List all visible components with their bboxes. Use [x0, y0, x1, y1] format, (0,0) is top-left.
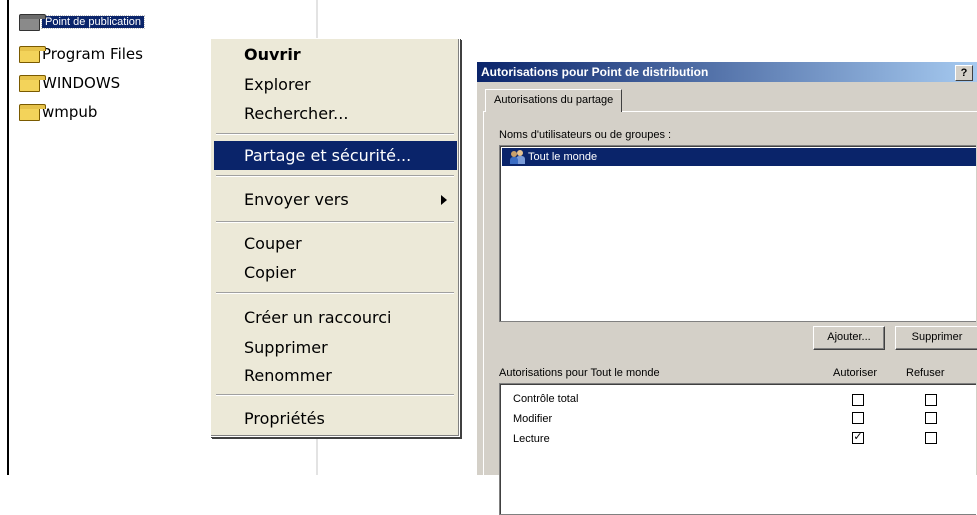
help-button[interactable]: ? — [955, 65, 973, 81]
dialog-title-bar[interactable]: Autorisations pour Point de distribution… — [477, 62, 977, 82]
list-item-user[interactable]: Tout le monde — [502, 148, 976, 166]
menu-item-rename[interactable]: Renommer — [214, 361, 457, 390]
tree-item-windows[interactable]: WINDOWS — [18, 72, 120, 94]
menu-item-label: Rechercher... — [244, 104, 349, 123]
allow-checkbox[interactable] — [852, 394, 864, 406]
menu-item-sharing-security[interactable]: Partage et sécurité... — [214, 141, 457, 170]
menu-separator — [216, 133, 454, 135]
users-listbox[interactable]: Tout le monde — [499, 145, 976, 322]
user-name: Tout le monde — [528, 151, 598, 163]
menu-separator — [216, 394, 454, 396]
permission-name: Contrôle total — [513, 393, 579, 405]
allow-checkbox[interactable] — [852, 412, 864, 424]
menu-item-label: Partage et sécurité... — [244, 146, 412, 165]
tree-item-label: wmpub — [42, 103, 98, 121]
menu-item-create-shortcut[interactable]: Créer un raccourci — [214, 303, 457, 332]
deny-checkbox[interactable] — [925, 412, 937, 424]
deny-checkbox[interactable] — [925, 432, 937, 444]
permission-row-read: Lecture ✓ — [500, 430, 976, 450]
permissions-list: Contrôle total Modifier Lecture ✓ — [499, 383, 976, 515]
tree-left-border — [7, 0, 9, 475]
menu-separator — [216, 221, 454, 223]
menu-item-send-to[interactable]: Envoyer vers — [214, 185, 457, 214]
menu-item-explore[interactable]: Explorer — [214, 70, 457, 99]
users-groups-label: Noms d'utilisateurs ou de groupes : — [499, 129, 672, 141]
menu-item-search[interactable]: Rechercher... — [214, 99, 457, 128]
menu-item-label: Supprimer — [244, 338, 328, 357]
menu-separator — [216, 292, 454, 294]
add-button[interactable]: Ajouter... — [813, 326, 885, 350]
deny-checkbox[interactable] — [925, 394, 937, 406]
tree-item-label: WINDOWS — [42, 74, 121, 92]
users-group-icon — [510, 150, 526, 164]
dialog-title: Autorisations pour Point de distribution — [481, 65, 709, 79]
menu-item-delete[interactable]: Supprimer — [214, 333, 457, 362]
deny-column-header: Refuser — [906, 367, 945, 379]
menu-item-cut[interactable]: Couper — [214, 229, 457, 258]
menu-item-properties[interactable]: Propriétés — [214, 404, 457, 433]
menu-item-copy[interactable]: Copier — [214, 258, 457, 287]
submenu-arrow-icon — [441, 195, 447, 205]
permission-name: Modifier — [513, 413, 553, 425]
menu-item-label: Renommer — [244, 366, 332, 385]
context-menu: Ouvrir Explorer Rechercher... Partage et… — [210, 38, 460, 437]
menu-item-label: Envoyer vers — [244, 190, 349, 209]
menu-item-label: Couper — [244, 234, 302, 253]
permissions-dialog: Autorisations pour Point de distribution… — [477, 56, 977, 515]
permissions-label: Autorisations pour Tout le monde — [499, 367, 660, 379]
allow-checkbox[interactable]: ✓ — [852, 430, 864, 444]
folder-icon — [18, 46, 46, 63]
menu-item-label: Copier — [244, 263, 296, 282]
menu-item-label: Créer un raccourci — [244, 308, 392, 327]
permission-row-modify: Modifier — [500, 410, 976, 430]
remove-button[interactable]: Supprimer — [895, 326, 977, 350]
menu-separator — [216, 175, 454, 177]
menu-item-label: Explorer — [244, 75, 311, 94]
tree-item-label: Program Files — [42, 45, 143, 63]
folder-icon — [18, 104, 46, 121]
checkmark-icon: ✓ — [853, 430, 863, 443]
tab-share-permissions[interactable]: Autorisations du partage — [485, 89, 623, 112]
allow-column-header: Autoriser — [833, 367, 878, 379]
menu-item-open[interactable]: Ouvrir — [214, 40, 457, 69]
menu-item-label: Ouvrir — [244, 45, 301, 64]
folder-icon — [18, 14, 46, 31]
tree-item-program-files[interactable]: Program Files — [18, 43, 143, 65]
menu-item-label: Propriétés — [244, 409, 325, 428]
permission-name: Lecture — [513, 433, 550, 445]
folder-icon — [18, 75, 46, 92]
tree-item-wmpub[interactable]: wmpub — [18, 101, 97, 123]
tree-item-label: Point de publication — [40, 15, 146, 29]
permission-row-full-control: Contrôle total — [500, 390, 976, 410]
tree-item-point-de-publication[interactable]: Point de publication — [18, 11, 146, 33]
